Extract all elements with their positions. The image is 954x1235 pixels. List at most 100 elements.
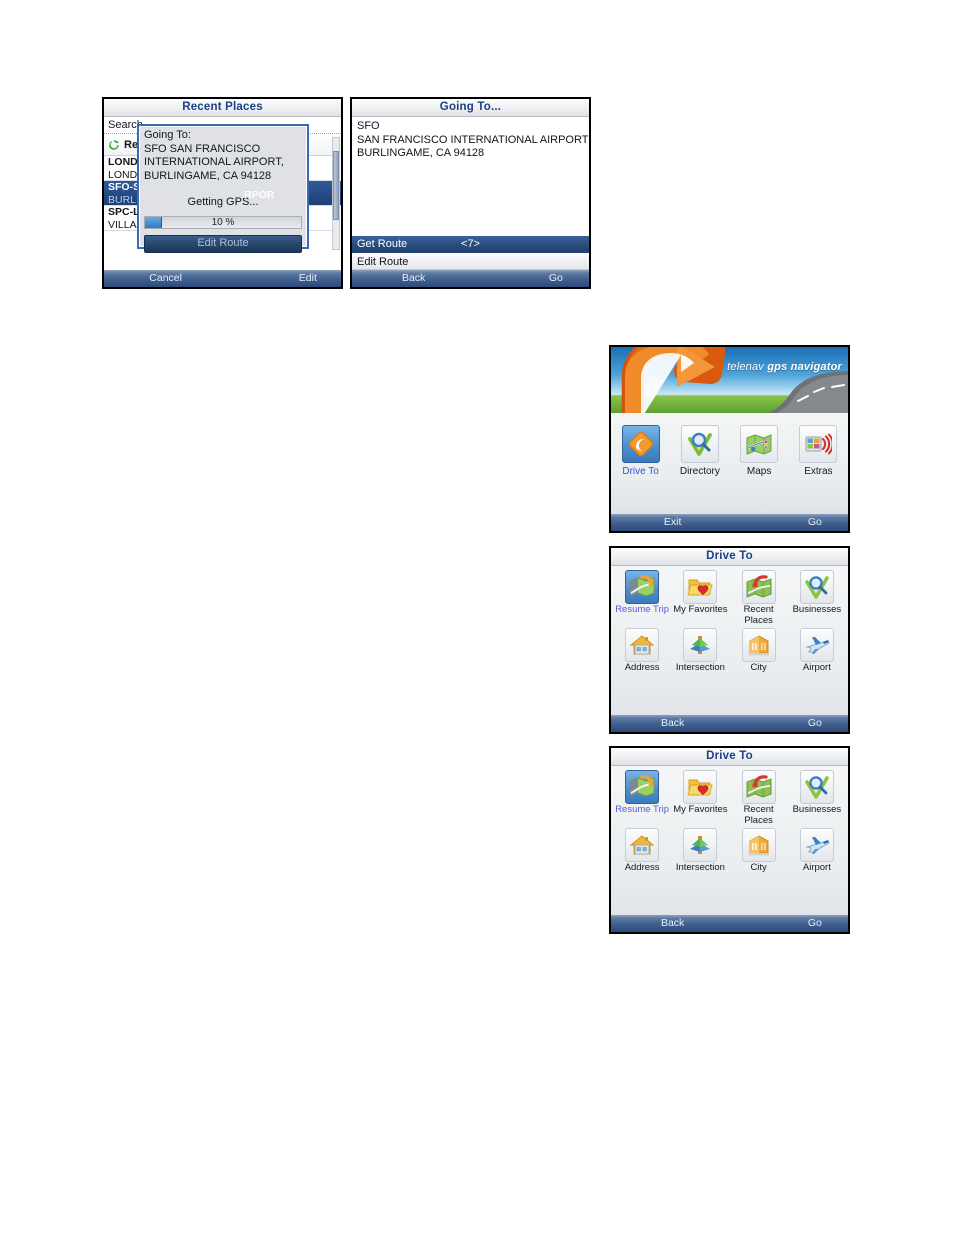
footer-bar: Back Go — [611, 915, 848, 932]
main-menu-screen: telenav gps navigator Drive To Directory… — [609, 345, 850, 533]
drive-to-tile-resume-trip[interactable]: Resume Trip — [614, 770, 670, 816]
drive-to-tile-label: My Favorites — [673, 604, 728, 615]
address-icon — [625, 828, 660, 862]
menu-tile-label: Extras — [804, 466, 833, 477]
directory-icon — [680, 425, 719, 463]
recent-places-icon — [741, 770, 776, 804]
drive-to-tile-city[interactable]: City — [731, 628, 787, 674]
menu-tile-maps[interactable]: Maps — [733, 425, 785, 477]
progress-bar-label: 10 % — [211, 217, 235, 228]
going-to-dialog: Going To: SFO SAN FRANCISCO INTERNATIONA… — [137, 124, 309, 253]
page-title: Going To... — [352, 99, 589, 117]
edit-route-button[interactable]: Edit Route — [144, 235, 302, 253]
page-title: Drive To — [611, 748, 848, 766]
drive-to-tile-my-favorites[interactable]: My Favorites — [672, 770, 728, 816]
resume-trip-icon — [625, 770, 660, 804]
drive-to-tile-label: City — [750, 662, 767, 673]
drive-to-row-1: Resume Trip My Favorites Recent Places B… — [613, 770, 846, 826]
drive-to-tile-resume-trip[interactable]: Resume Trip — [614, 570, 670, 616]
telenav-banner: telenav gps navigator — [611, 347, 848, 413]
list-item-clipped-text: RPOR — [244, 189, 275, 201]
businesses-icon — [799, 770, 834, 804]
drive-to-tile-label: City — [750, 862, 767, 873]
edit-route-label: Edit Route — [357, 256, 409, 268]
menu-tile-label: Directory — [679, 466, 720, 477]
drive-to-screen-2: Drive To Resume Trip My Favorites Recent… — [609, 746, 850, 934]
go-button[interactable]: Go — [808, 514, 822, 531]
menu-tile-directory[interactable]: Directory — [674, 425, 726, 477]
back-button[interactable]: Back — [402, 270, 425, 287]
go-button[interactable]: Go — [808, 715, 822, 732]
drive-to-tile-intersection[interactable]: Intersection — [672, 628, 728, 674]
drive-to-tile-label: My Favorites — [673, 804, 728, 815]
dialog-heading: Going To: — [144, 129, 191, 141]
drive-to-tile-label: Businesses — [792, 604, 842, 615]
drive-to-tile-label: Intersection — [675, 662, 725, 673]
drive-to-tile-businesses[interactable]: Businesses — [789, 770, 845, 816]
drive-to-tile-label: Businesses — [792, 804, 842, 815]
brand-name-light: telenav — [727, 361, 768, 373]
back-button[interactable]: Back — [661, 915, 684, 932]
drive-to-tile-businesses[interactable]: Businesses — [789, 570, 845, 616]
drive-to-tile-airport[interactable]: Airport — [789, 628, 845, 674]
drive-to-tile-label: Address — [624, 862, 660, 873]
edit-route-row[interactable]: Edit Route — [352, 253, 589, 270]
drive-to-tile-label: Resume Trip — [615, 604, 670, 615]
go-button[interactable]: Go — [549, 270, 563, 287]
resume-trip-icon — [625, 570, 660, 604]
get-route-row[interactable]: Get Route <7> — [352, 236, 589, 253]
address-line1: SFO — [357, 120, 380, 132]
dialog-status-text: Getting GPS... — [187, 196, 259, 208]
intersection-icon — [683, 828, 718, 862]
address-icon — [625, 628, 660, 662]
menu-tile-extras[interactable]: Extras — [792, 425, 844, 477]
cancel-button[interactable]: Cancel — [149, 270, 182, 287]
scrollbar-thumb[interactable] — [333, 151, 339, 221]
drive-to-icon — [621, 425, 660, 463]
drive-to-tile-airport[interactable]: Airport — [789, 828, 845, 874]
menu-tile-label: Drive To — [622, 466, 659, 477]
my-favorites-icon — [683, 570, 718, 604]
u-turn-arrow-icon — [621, 347, 725, 413]
drive-to-tile-recent-places[interactable]: Recent Places — [731, 770, 787, 826]
drive-to-tile-city[interactable]: City — [731, 828, 787, 874]
drive-to-screen-1: Drive To Resume Trip My Favorites Recent… — [609, 546, 850, 734]
main-menu-grid: Drive To Directory Maps Extras — [611, 413, 848, 514]
maps-icon — [740, 425, 779, 463]
extras-icon — [799, 425, 838, 463]
brand-logo: telenav gps navigator — [727, 361, 842, 373]
dialog-address-line1: SFO SAN FRANCISCO — [144, 142, 261, 155]
footer-bar: Back Go — [611, 715, 848, 732]
drive-to-tile-label: Recent Places — [743, 604, 774, 626]
drive-to-tile-my-favorites[interactable]: My Favorites — [672, 570, 728, 616]
address-line3: BURLINGAME, CA 94128 — [357, 147, 485, 159]
recent-places-icon — [741, 570, 776, 604]
destination-details: SFO SAN FRANCISCO INTERNATIONAL AIRPORT … — [352, 117, 589, 236]
progress-bar: 10 % — [144, 216, 302, 229]
exit-button[interactable]: Exit — [664, 514, 682, 531]
back-button[interactable]: Back — [661, 715, 684, 732]
drive-to-tile-address[interactable]: Address — [614, 628, 670, 674]
list-scrollbar[interactable] — [332, 137, 340, 250]
drive-to-tile-address[interactable]: Address — [614, 828, 670, 874]
drive-to-row-2: Address Intersection City Airport — [613, 828, 846, 874]
drive-to-tile-recent-places[interactable]: Recent Places — [731, 570, 787, 626]
brand-name-bold: gps navigator — [767, 361, 842, 373]
go-button[interactable]: Go — [808, 915, 822, 932]
airport-icon — [799, 628, 834, 662]
drive-to-tile-label: Recent Places — [743, 804, 774, 826]
menu-tile-label: Maps — [746, 466, 772, 477]
edit-button[interactable]: Edit — [299, 270, 317, 287]
refresh-icon — [108, 139, 120, 151]
dialog-address-line3: BURLINGAME, CA 94128 — [144, 169, 272, 182]
drive-to-tile-intersection[interactable]: Intersection — [672, 828, 728, 874]
recent-places-screen: Recent Places Search Re LONDO LONDO SFO-… — [102, 97, 343, 289]
footer-bar: Back Go — [352, 270, 589, 287]
get-route-label: Get Route — [357, 238, 408, 250]
going-to-screen: Going To... SFO SAN FRANCISCO INTERNATIO… — [350, 97, 591, 289]
page-title: Drive To — [611, 548, 848, 566]
menu-tile-drive-to[interactable]: Drive To — [615, 425, 667, 477]
footer-bar: Cancel Edit — [104, 270, 341, 287]
drive-to-grid: Resume Trip My Favorites Recent Places B… — [611, 766, 848, 915]
drive-to-row-2: Address Intersection City Airport — [613, 628, 846, 674]
